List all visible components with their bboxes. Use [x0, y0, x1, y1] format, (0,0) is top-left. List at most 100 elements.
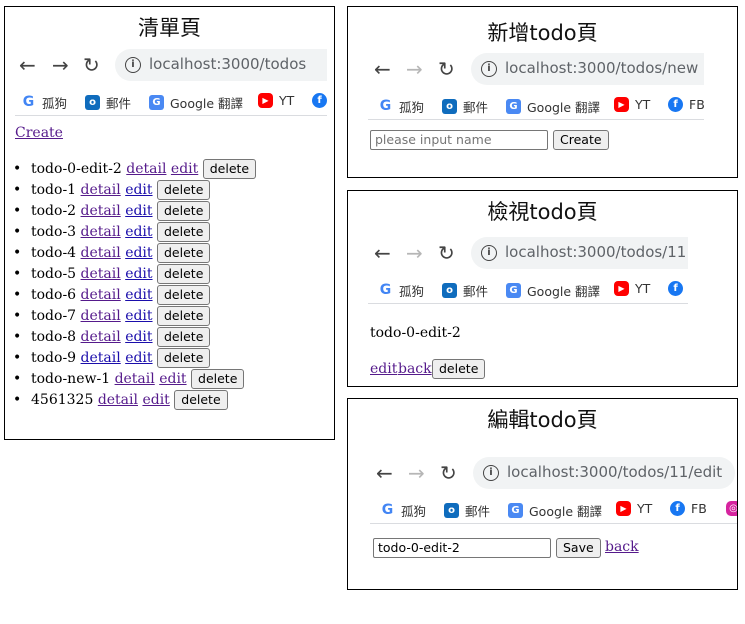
address-bar[interactable]: i localhost:3000/todos/new: [471, 53, 704, 85]
forward-arrow-icon: →: [406, 241, 423, 265]
delete-button[interactable]: delete: [202, 159, 257, 179]
detail-link[interactable]: detail: [81, 245, 121, 261]
delete-button[interactable]: delete: [157, 285, 211, 305]
detail-link[interactable]: detail: [81, 266, 121, 282]
edit-link[interactable]: edit: [125, 329, 152, 345]
edit-page-panel: 編輯todo頁 ← → ↻ i localhost:3000/todos/11/…: [347, 398, 738, 590]
delete-button[interactable]: delete: [157, 201, 211, 221]
bookmark-translate[interactable]: G Google 翻譯: [149, 93, 243, 112]
detail-link[interactable]: detail: [126, 161, 166, 177]
facebook-icon: f: [312, 93, 327, 108]
edit-link[interactable]: edit: [125, 287, 152, 303]
forward-arrow-icon: →: [406, 57, 423, 81]
delete-button[interactable]: delete: [191, 369, 245, 389]
bookmark-gouguo[interactable]: G 孤狗: [378, 97, 424, 116]
page-title: 檢視todo頁: [487, 200, 598, 224]
delete-button[interactable]: delete: [157, 180, 211, 200]
bookmark-fb[interactable]: f: [312, 93, 327, 108]
bookmark-gouguo[interactable]: G 孤狗: [378, 281, 424, 300]
bookmark-fb[interactable]: f FB: [668, 97, 704, 112]
delete-button[interactable]: delete: [432, 359, 486, 379]
bookmark-yt[interactable]: ▶ YT: [616, 501, 652, 516]
edit-link[interactable]: edit: [125, 182, 152, 198]
bookmarks-bar: G 孤狗 o 郵件 G Google 翻譯 ▶ YT f FB: [368, 91, 704, 120]
info-icon[interactable]: i: [483, 465, 499, 481]
bookmark-mail[interactable]: o 郵件: [444, 501, 490, 520]
outlook-icon: o: [444, 503, 459, 518]
edit-link[interactable]: edit: [142, 392, 169, 408]
back-arrow-icon[interactable]: ←: [374, 57, 391, 81]
address-bar[interactable]: i localhost:3000/todos/11/edit: [473, 457, 735, 489]
back-arrow-icon[interactable]: ←: [376, 461, 393, 485]
name-input[interactable]: todo-0-edit-2: [373, 538, 551, 558]
delete-button[interactable]: delete: [157, 264, 211, 284]
forward-arrow-icon[interactable]: →: [52, 53, 69, 77]
bookmark-mail[interactable]: o 郵件: [442, 281, 488, 300]
edit-link[interactable]: edit: [125, 245, 152, 261]
bookmark-translate[interactable]: G Google 翻譯: [506, 281, 600, 300]
todo-name: todo-5: [31, 266, 77, 282]
detail-link[interactable]: detail: [81, 308, 121, 324]
edit-link[interactable]: edit: [159, 371, 186, 387]
detail-link[interactable]: detail: [81, 224, 121, 240]
reload-icon[interactable]: ↻: [438, 57, 455, 81]
info-icon[interactable]: i: [481, 245, 497, 261]
todo-name: todo-9: [31, 350, 77, 366]
address-bar[interactable]: i localhost:3000/todos: [115, 49, 327, 81]
list-page-panel: 清單頁 ← → ↻ i localhost:3000/todos G 孤狗 o 郵件…: [4, 6, 335, 440]
browser-chrome: ← → ↻ i localhost:3000/todos G 孤狗 o 郵件 G Go…: [15, 49, 327, 116]
name-input[interactable]: please input name: [370, 130, 548, 150]
edit-link[interactable]: edit: [125, 350, 152, 366]
bookmark-yt[interactable]: ▶ YT: [614, 281, 650, 296]
todo-name: todo-8: [31, 329, 77, 345]
bookmark-gouguo[interactable]: G 孤狗: [380, 501, 426, 520]
delete-button[interactable]: delete: [157, 243, 211, 263]
bookmark-translate[interactable]: G Google 翻譯: [508, 501, 602, 520]
url-text: localhost:3000/todos/11: [505, 243, 687, 261]
todo-list-item: todo-9 detail edit delete: [13, 348, 256, 369]
detail-link[interactable]: detail: [81, 329, 121, 345]
reload-icon[interactable]: ↻: [83, 53, 100, 77]
edit-link[interactable]: edit: [125, 308, 152, 324]
create-button[interactable]: Create: [553, 130, 609, 150]
bookmark-fb[interactable]: f: [668, 281, 688, 296]
edit-link[interactable]: edit: [370, 361, 397, 377]
edit-link[interactable]: edit: [171, 161, 198, 177]
back-link[interactable]: back: [398, 361, 432, 377]
create-link[interactable]: Create: [15, 125, 63, 141]
save-button[interactable]: Save: [556, 538, 601, 558]
back-link[interactable]: back: [605, 539, 639, 555]
google-icon: G: [378, 98, 393, 114]
bookmark-yt[interactable]: ▶ YT: [258, 93, 294, 108]
detail-link[interactable]: detail: [81, 350, 121, 366]
edit-link[interactable]: edit: [125, 266, 152, 282]
detail-link[interactable]: detail: [81, 287, 121, 303]
info-icon[interactable]: i: [125, 57, 141, 73]
url-text: localhost:3000/todos: [149, 55, 307, 73]
reload-icon[interactable]: ↻: [438, 241, 455, 265]
edit-link[interactable]: edit: [125, 203, 152, 219]
bookmark-instagram[interactable]: ◎: [726, 501, 737, 516]
back-arrow-icon[interactable]: ←: [19, 53, 36, 77]
bookmark-translate[interactable]: G Google 翻譯: [506, 97, 600, 116]
detail-link[interactable]: detail: [81, 182, 121, 198]
delete-button[interactable]: delete: [157, 222, 211, 242]
bookmark-mail[interactable]: o 郵件: [85, 93, 131, 112]
edit-link[interactable]: edit: [125, 224, 152, 240]
delete-button[interactable]: delete: [174, 390, 228, 410]
detail-link[interactable]: detail: [81, 203, 121, 219]
detail-link[interactable]: detail: [115, 371, 155, 387]
delete-button[interactable]: delete: [157, 306, 211, 326]
address-bar[interactable]: i localhost:3000/todos/11: [471, 237, 688, 269]
delete-button[interactable]: delete: [157, 327, 211, 347]
outlook-icon: o: [442, 99, 457, 114]
info-icon[interactable]: i: [481, 61, 497, 77]
bookmark-gouguo[interactable]: G 孤狗: [21, 93, 67, 112]
detail-link[interactable]: detail: [98, 392, 138, 408]
bookmark-fb[interactable]: f FB: [670, 501, 707, 516]
delete-button[interactable]: delete: [157, 348, 211, 368]
back-arrow-icon[interactable]: ←: [374, 241, 391, 265]
bookmark-yt[interactable]: ▶ YT: [614, 97, 650, 112]
bookmark-mail[interactable]: o 郵件: [442, 97, 488, 116]
reload-icon[interactable]: ↻: [440, 461, 457, 485]
